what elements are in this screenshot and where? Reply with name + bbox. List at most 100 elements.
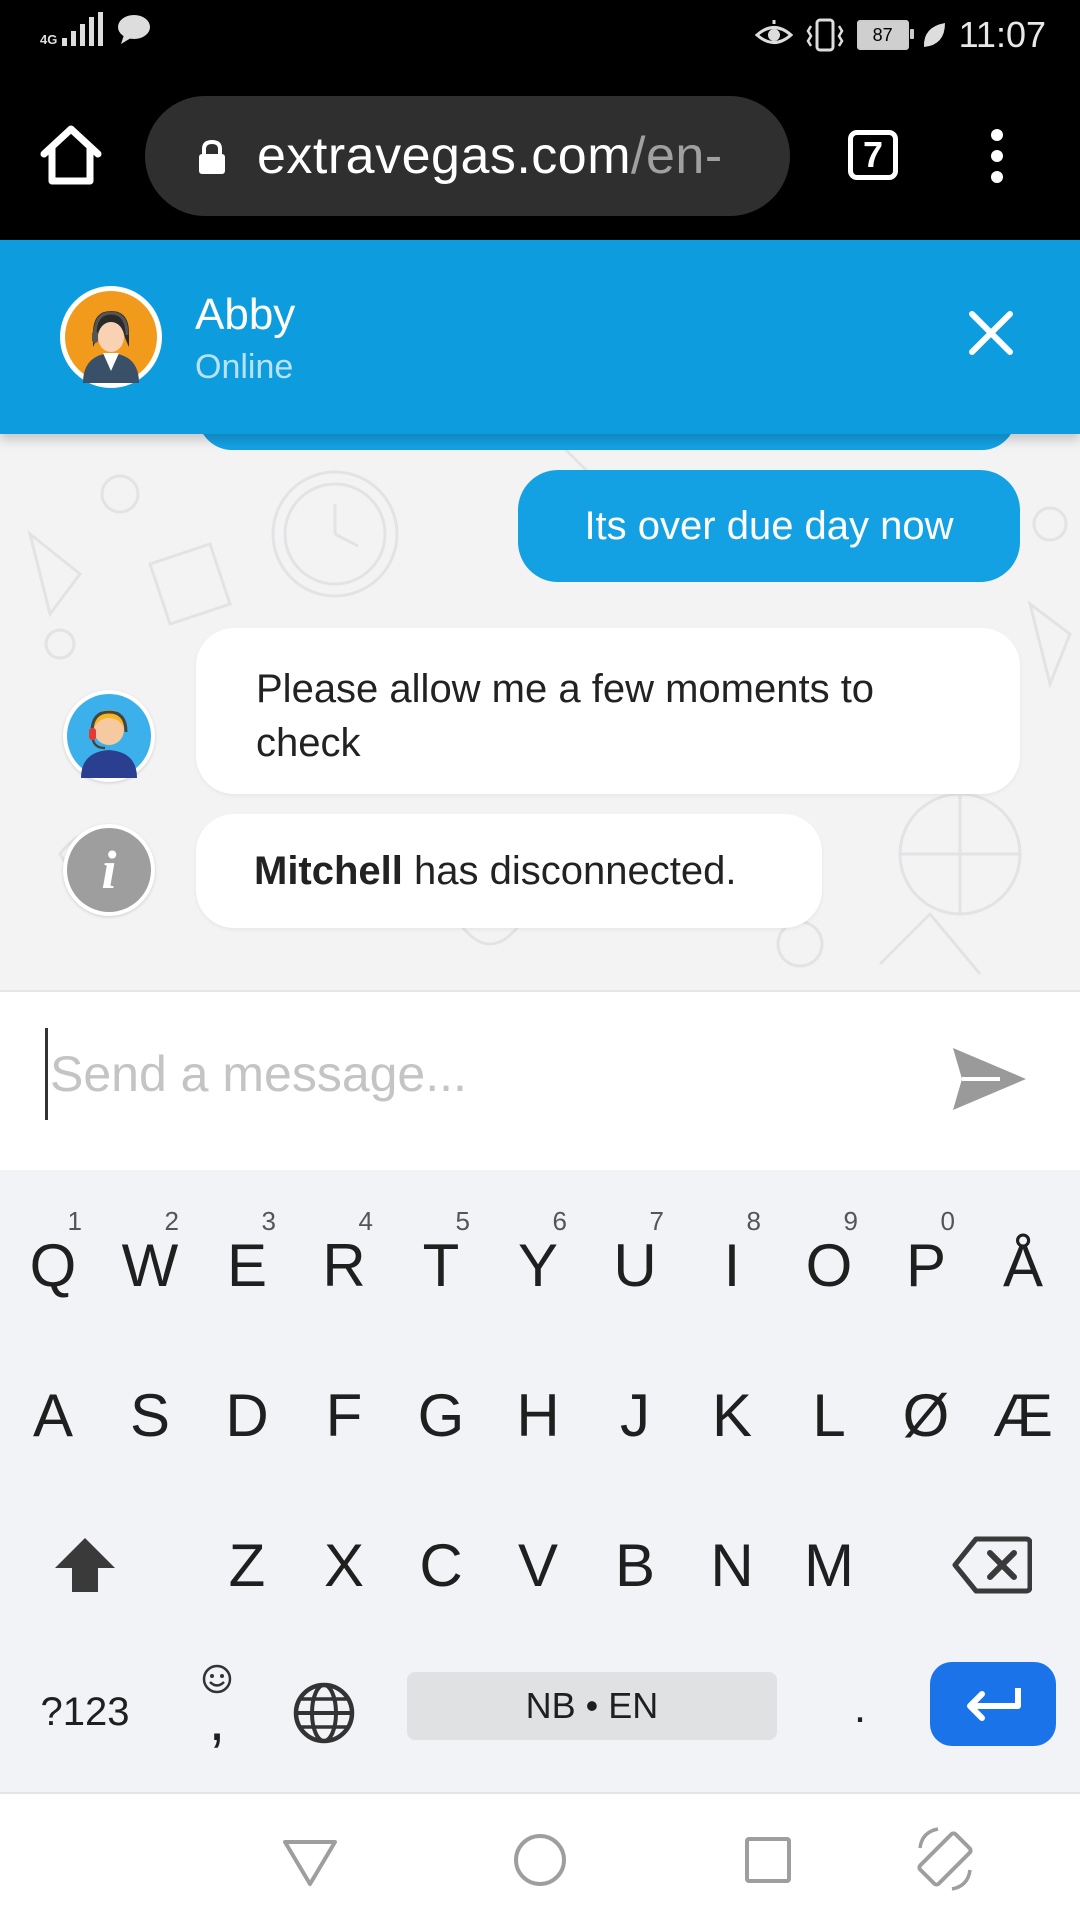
key-g[interactable]: G <box>404 1360 478 1470</box>
key-hint: 9 <box>843 1206 858 1236</box>
home-circle-icon <box>514 1834 566 1886</box>
signal-icon <box>62 12 104 46</box>
key-f[interactable]: F <box>307 1360 381 1470</box>
message-text: Its over due day now <box>584 503 954 548</box>
key-w[interactable]: W2 <box>113 1206 187 1320</box>
home-nav-button[interactable] <box>510 1830 570 1890</box>
system-navigation-bar <box>0 1792 1080 1922</box>
space-key[interactable]: NB • EN <box>407 1672 777 1740</box>
home-button[interactable] <box>38 124 104 190</box>
url-text: extravegas.com/en- <box>257 126 757 186</box>
chat-messages-area[interactable]: Its over due day now Please allow me a f… <box>0 434 1080 990</box>
comma-key[interactable]: , <box>184 1648 250 1768</box>
message-text: has disconnected. <box>402 848 737 893</box>
key-b[interactable]: B <box>598 1510 672 1620</box>
close-chat-button[interactable] <box>962 304 1020 362</box>
tab-count: 7 <box>862 134 884 175</box>
leaf-icon <box>923 23 945 47</box>
key-h[interactable]: H <box>501 1360 575 1470</box>
message-bubble-incoming: Please allow me a few moments to check <box>196 628 1020 794</box>
key-ae[interactable]: Æ <box>986 1360 1060 1470</box>
key-hint: 6 <box>552 1206 567 1236</box>
home-icon <box>40 125 102 185</box>
status-bar: 4G 87 11:07 <box>0 0 1080 72</box>
key-e[interactable]: E3 <box>210 1206 284 1320</box>
message-bubble-partial <box>198 434 1016 450</box>
address-bar[interactable]: extravegas.com/en- <box>145 96 790 216</box>
key-d[interactable]: D <box>210 1360 284 1470</box>
backspace-key[interactable] <box>942 1510 1042 1620</box>
key-y[interactable]: Y6 <box>501 1206 575 1320</box>
agent-message-avatar <box>63 690 155 782</box>
key-a-ring[interactable]: Å <box>986 1210 1060 1320</box>
key-a[interactable]: A <box>16 1360 90 1470</box>
shift-icon <box>55 1538 115 1592</box>
shift-key[interactable] <box>40 1510 130 1620</box>
close-icon <box>969 311 1013 355</box>
back-button[interactable] <box>280 1834 340 1890</box>
key-o-slash[interactable]: Ø <box>889 1360 963 1470</box>
key-k[interactable]: K <box>695 1360 769 1470</box>
network-indicator: 4G <box>40 12 106 46</box>
system-message-avatar: i <box>63 824 155 916</box>
svg-text:i: i <box>101 840 116 900</box>
key-hint: 5 <box>455 1206 470 1236</box>
agent-avatar <box>60 286 162 388</box>
url-path: /en- <box>631 127 723 185</box>
key-m[interactable]: M <box>792 1510 866 1620</box>
key-o[interactable]: O9 <box>792 1206 866 1320</box>
key-c[interactable]: C <box>404 1510 478 1620</box>
vibrate-icon <box>806 18 844 52</box>
key-z[interactable]: Z <box>210 1510 284 1620</box>
key-hint: 0 <box>940 1206 955 1236</box>
key-r[interactable]: R4 <box>307 1206 381 1320</box>
enter-key[interactable] <box>930 1662 1056 1746</box>
key-u[interactable]: U7 <box>598 1206 672 1320</box>
status-right: 87 11:07 <box>754 14 1046 56</box>
send-button[interactable] <box>950 1044 1028 1114</box>
url-domain: extravegas.com <box>257 127 632 185</box>
key-x[interactable]: X <box>307 1510 381 1620</box>
chat-header: Abby Online <box>0 240 1080 434</box>
key-hint: 3 <box>261 1206 276 1236</box>
on-screen-keyboard: Q1 W2 E3 R4 T5 Y6 U7 I8 O9 P0 Å A S D F … <box>0 1170 1080 1792</box>
period-key[interactable]: . <box>820 1648 900 1768</box>
message-bubble-outgoing: Its over due day now <box>518 470 1020 582</box>
recents-button[interactable] <box>740 1832 796 1888</box>
network-type-label: 4G <box>40 32 58 47</box>
status-left: 4G <box>40 12 152 46</box>
browser-menu-button[interactable] <box>982 128 1012 184</box>
key-p[interactable]: P0 <box>889 1206 963 1320</box>
key-v[interactable]: V <box>501 1510 575 1620</box>
info-icon: i <box>67 828 151 912</box>
battery-icon: 87 <box>856 20 914 50</box>
message-text: Please allow me a few moments to check <box>256 667 875 765</box>
key-hint: 8 <box>746 1206 761 1236</box>
globe-icon <box>293 1682 355 1744</box>
key-q[interactable]: Q1 <box>16 1206 90 1320</box>
back-triangle-icon <box>283 1840 337 1886</box>
key-hint: 4 <box>358 1206 373 1236</box>
key-n[interactable]: N <box>695 1510 769 1620</box>
comma-label: , <box>208 1685 226 1753</box>
language-key[interactable] <box>286 1668 362 1758</box>
key-s[interactable]: S <box>113 1360 187 1470</box>
symbols-key[interactable]: ?123 <box>20 1662 150 1762</box>
message-input[interactable] <box>45 1028 902 1120</box>
rotate-icon <box>917 1827 973 1891</box>
agent-name: Abby <box>195 290 296 339</box>
eye-comfort-icon <box>754 20 793 44</box>
message-composer <box>0 990 1080 1172</box>
key-t[interactable]: T5 <box>404 1206 478 1320</box>
agent-headset-avatar-icon <box>65 291 157 383</box>
key-l[interactable]: L <box>792 1360 866 1470</box>
key-hint: 1 <box>67 1206 82 1236</box>
browser-toolbar: extravegas.com/en- 7 <box>0 72 1080 240</box>
key-hint: 2 <box>164 1206 179 1236</box>
key-j[interactable]: J <box>598 1360 672 1470</box>
more-vert-icon <box>991 129 1003 183</box>
recents-square-icon <box>745 1837 791 1883</box>
rotate-screen-button[interactable] <box>910 1824 980 1894</box>
tab-switcher-button[interactable]: 7 <box>848 130 898 180</box>
key-i[interactable]: I8 <box>695 1206 769 1320</box>
